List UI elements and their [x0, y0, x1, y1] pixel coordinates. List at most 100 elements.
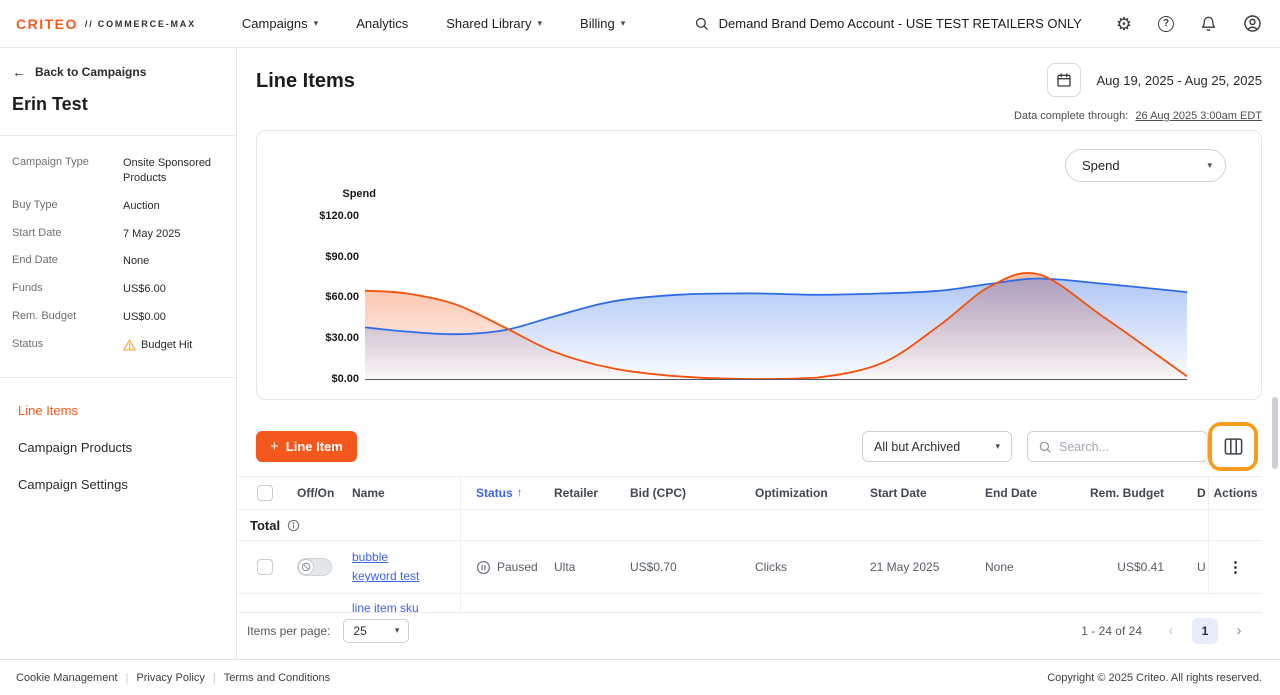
- status-label: Paused: [497, 560, 538, 574]
- rem-budget-cell: US$0.41: [1090, 560, 1192, 574]
- bid-cpc-cell: US$0.70: [615, 560, 741, 574]
- campaign-section-nav: Line Items Campaign Products Campaign Se…: [0, 378, 236, 517]
- back-to-campaigns-label: Back to Campaigns: [35, 65, 146, 79]
- chevron-down-icon: ▾: [538, 19, 543, 28]
- column-header-status-label: Status: [476, 486, 513, 500]
- add-line-item-button[interactable]: + Line Item: [256, 431, 357, 462]
- plus-icon: +: [270, 439, 279, 454]
- info-icon[interactable]: [287, 519, 300, 532]
- column-header-offon[interactable]: Off/On: [281, 486, 337, 500]
- data-complete-note: Data complete through: 26 Aug 2025 3:00a…: [1014, 110, 1262, 122]
- footer-link-privacy-policy[interactable]: Privacy Policy: [128, 672, 212, 684]
- nav-item-shared-library[interactable]: Shared Library ▾: [446, 16, 542, 31]
- date-range-text: Aug 19, 2025 - Aug 25, 2025: [1096, 73, 1262, 88]
- status-cell: Paused: [461, 560, 539, 575]
- line-items-table: Off/On Name Status ↑ Retailer Bid (CPC) …: [237, 476, 1262, 612]
- page-title: Line Items: [256, 70, 355, 93]
- detail-label: Buy Type: [12, 199, 123, 214]
- toggle-knob-disabled-icon: [298, 559, 314, 575]
- column-header-rem-budget[interactable]: Rem. Budget: [1090, 486, 1192, 500]
- y-tick: $90.00: [257, 251, 359, 263]
- items-per-page-select[interactable]: 25 ▾: [343, 619, 409, 643]
- prev-page-button[interactable]: ‹: [1158, 618, 1184, 644]
- back-arrow-icon: ←: [12, 64, 26, 80]
- detail-label: Funds: [12, 282, 123, 297]
- chevron-down-icon: ▾: [1207, 161, 1212, 170]
- vertical-scrollbar-thumb[interactable]: [1272, 397, 1278, 469]
- nav-item-campaigns[interactable]: Campaigns ▾: [242, 16, 318, 31]
- search-input[interactable]: [1059, 440, 1197, 454]
- row-checkbox[interactable]: [257, 559, 273, 575]
- daily-budget-cell-truncated: U: [1192, 560, 1208, 574]
- end-date-cell: None: [970, 560, 1090, 574]
- sort-ascending-icon: ↑: [517, 487, 523, 499]
- spend-line-chart: [365, 216, 1187, 383]
- sidebar-item-campaign-products[interactable]: Campaign Products: [0, 429, 236, 466]
- chart-y-axis-title: Spend: [257, 188, 376, 200]
- archive-filter-select[interactable]: All but Archived ▾: [862, 431, 1012, 462]
- nav-item-billing-label: Billing: [580, 16, 615, 31]
- nav-item-billing[interactable]: Billing ▾: [580, 16, 625, 31]
- calendar-icon: [1056, 72, 1072, 88]
- line-item-name-link[interactable]: bubble keyword test: [352, 548, 434, 585]
- data-complete-link[interactable]: 26 Aug 2025 3:00am EDT: [1135, 110, 1262, 122]
- footer-link-cookie-management[interactable]: Cookie Management: [8, 672, 126, 684]
- line-item-row: bubble keyword test Paused Ulta US$0.70 …: [237, 541, 1262, 594]
- notifications-bell-icon[interactable]: [1200, 15, 1217, 33]
- table-search-box: [1027, 431, 1208, 462]
- nav-item-analytics-label: Analytics: [356, 16, 408, 31]
- columns-button-highlight: [1208, 422, 1258, 471]
- detail-value: US$6.00: [123, 282, 224, 297]
- line-item-name-link[interactable]: line item sku: [352, 599, 434, 612]
- warning-triangle-icon: [123, 339, 136, 351]
- off-on-toggle[interactable]: [297, 558, 332, 576]
- nav-item-analytics[interactable]: Analytics: [356, 16, 408, 31]
- detail-label: Rem. Budget: [12, 310, 123, 325]
- date-range-area: Aug 19, 2025 - Aug 25, 2025: [1047, 63, 1262, 97]
- column-header-end-date[interactable]: End Date: [970, 486, 1090, 500]
- archive-filter-value: All but Archived: [874, 440, 960, 454]
- user-profile-icon[interactable]: [1243, 14, 1262, 33]
- help-icon[interactable]: ?: [1158, 16, 1174, 32]
- metric-select[interactable]: Spend ▾: [1065, 149, 1226, 182]
- row-actions-kebab-icon[interactable]: ⋮: [1228, 558, 1243, 576]
- column-header-bid-cpc[interactable]: Bid (CPC): [615, 486, 741, 500]
- spend-chart-card: Spend ▾ Spend $120.00 $90.00 $60.00 $30.…: [256, 130, 1262, 400]
- criteo-logo-brand: CRITEO: [16, 16, 78, 32]
- column-header-start-date[interactable]: Start Date: [855, 486, 970, 500]
- status-badge: Budget Hit: [123, 338, 224, 353]
- current-page-button[interactable]: 1: [1192, 618, 1218, 644]
- search-icon: [1038, 440, 1052, 454]
- status-badge-label: Budget Hit: [141, 338, 192, 353]
- total-label: Total: [250, 518, 280, 533]
- settings-gear-icon[interactable]: ⚙: [1116, 15, 1132, 33]
- column-header-optimization[interactable]: Optimization: [741, 486, 855, 500]
- retailer-cell: Ulta: [539, 560, 615, 574]
- column-header-retailer[interactable]: Retailer: [539, 486, 615, 500]
- criteo-logo-suffix: // COMMERCE-MAX: [85, 19, 196, 29]
- back-to-campaigns-link[interactable]: ← Back to Campaigns: [0, 48, 236, 92]
- pagination-range-text: 1 - 24 of 24: [1081, 624, 1142, 638]
- date-picker-button[interactable]: [1047, 63, 1081, 97]
- account-selector[interactable]: Demand Brand Demo Account - USE TEST RET…: [694, 16, 1082, 31]
- main-content: Line Items Aug 19, 2025 - Aug 25, 2025 D…: [237, 48, 1280, 659]
- footer-link-terms[interactable]: Terms and Conditions: [216, 672, 338, 684]
- chevron-down-icon: ▾: [395, 626, 400, 635]
- primary-nav: Campaigns ▾ Analytics Shared Library ▾ B…: [242, 16, 625, 31]
- paused-circle-icon: [476, 560, 491, 575]
- select-all-checkbox[interactable]: [257, 485, 273, 501]
- add-line-item-label: Line Item: [286, 439, 343, 454]
- top-navbar: CRITEO // COMMERCE-MAX Campaigns ▾ Analy…: [0, 0, 1280, 48]
- campaign-details: Campaign Type Onsite Sponsored Products …: [0, 136, 236, 378]
- sidebar-item-campaign-settings[interactable]: Campaign Settings: [0, 466, 236, 503]
- column-header-status[interactable]: Status ↑: [461, 486, 539, 500]
- detail-value: None: [123, 254, 224, 269]
- sidebar-item-line-items[interactable]: Line Items: [0, 392, 236, 429]
- next-page-button[interactable]: ›: [1226, 618, 1252, 644]
- column-header-name[interactable]: Name: [337, 477, 461, 509]
- column-header-daily-truncated[interactable]: D: [1192, 486, 1208, 500]
- footer-links: Cookie Management | Privacy Policy | Ter…: [8, 672, 338, 684]
- column-settings-button[interactable]: [1212, 426, 1254, 467]
- start-date-cell: 21 May 2025: [855, 560, 970, 574]
- criteo-logo[interactable]: CRITEO // COMMERCE-MAX: [16, 16, 196, 32]
